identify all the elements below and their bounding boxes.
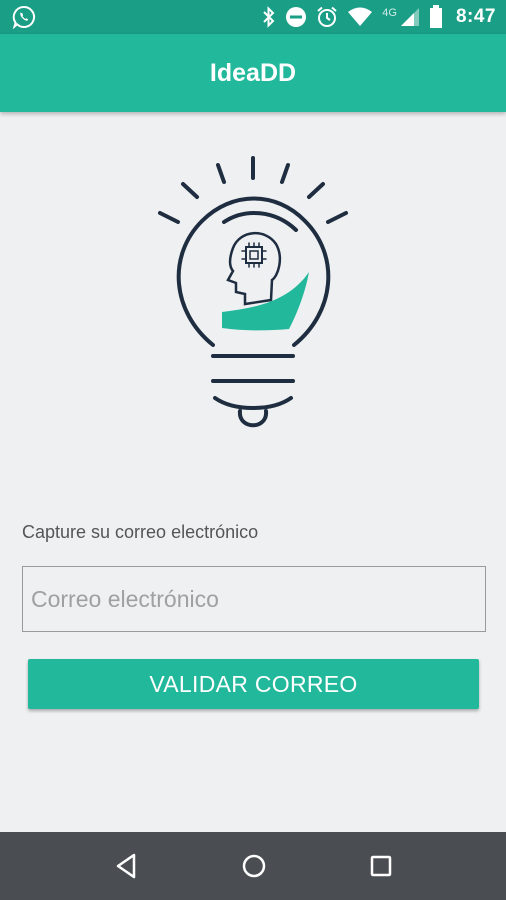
signal-icon bbox=[400, 8, 419, 26]
status-time: 8:47 bbox=[455, 6, 496, 27]
network-type: 4G bbox=[382, 7, 397, 19]
recents-icon[interactable] bbox=[368, 852, 394, 880]
validate-email-button[interactable]: VALIDAR CORREO bbox=[28, 659, 479, 709]
back-icon[interactable] bbox=[114, 852, 140, 880]
navigation-bar bbox=[0, 832, 506, 900]
bluetooth-icon bbox=[263, 6, 275, 28]
home-icon[interactable] bbox=[240, 852, 268, 880]
wifi-icon bbox=[348, 7, 373, 26]
app-title: IdeaDD bbox=[209, 58, 297, 87]
alarm-icon bbox=[317, 6, 337, 27]
email-input[interactable] bbox=[22, 566, 486, 632]
battery-icon bbox=[429, 5, 442, 28]
app-bar: IdeaDD bbox=[0, 34, 506, 112]
status-bar: 4G 8:47 bbox=[0, 0, 506, 34]
do-not-disturb-icon bbox=[286, 7, 307, 27]
whatsapp-icon bbox=[12, 5, 36, 34]
lightbulb-logo-icon bbox=[158, 156, 348, 428]
email-label: Capture su correo electrónico bbox=[22, 522, 259, 542]
